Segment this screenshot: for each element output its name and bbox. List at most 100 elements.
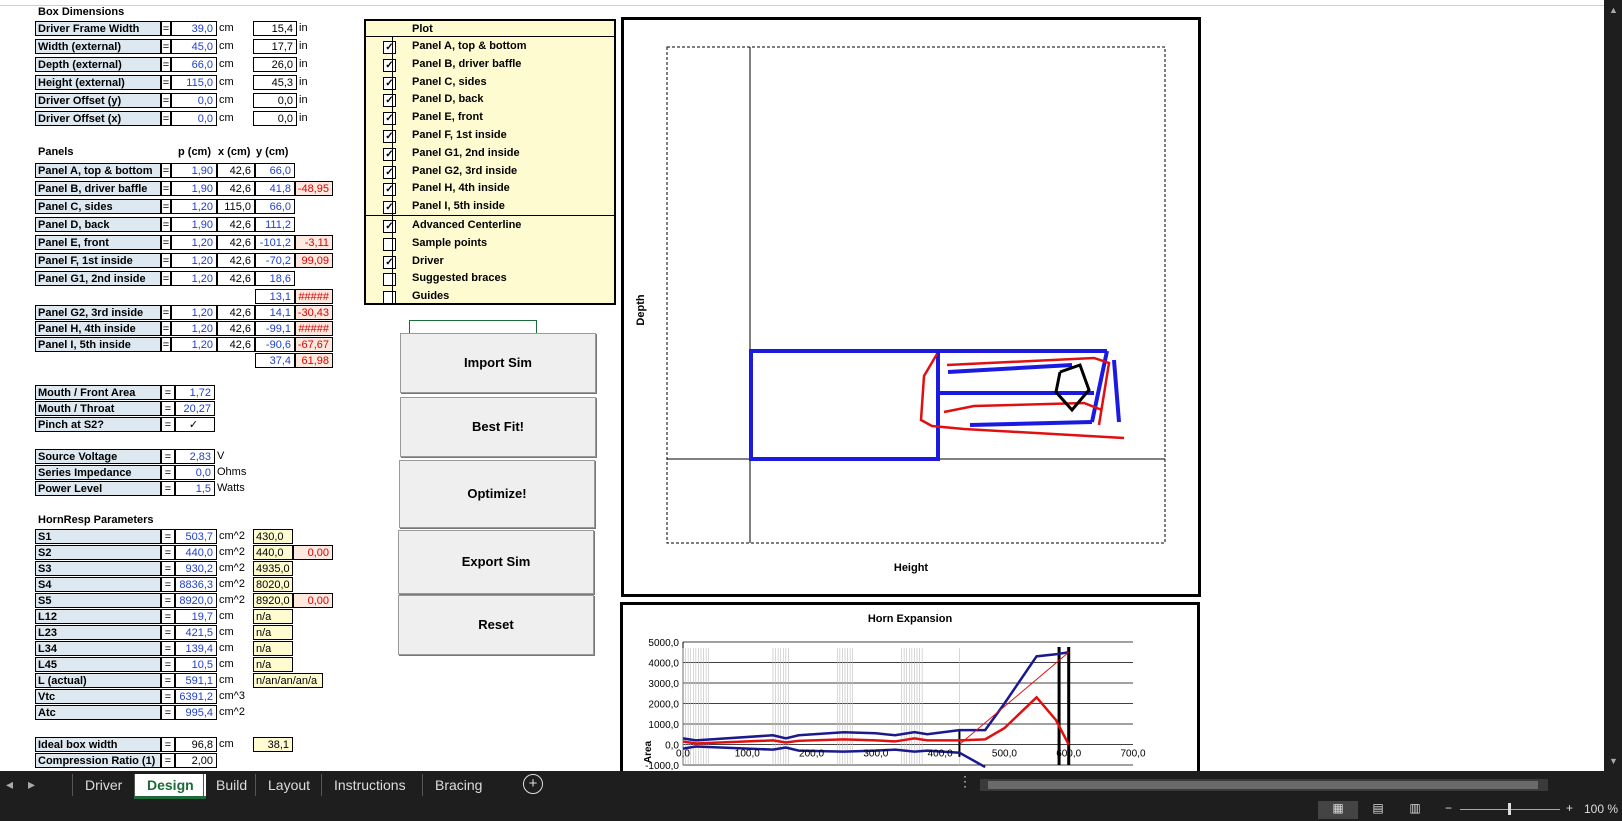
panel-p-value[interactable]: 1,20 (171, 305, 217, 320)
vertical-scrollbar[interactable]: ▲ ▼ (1604, 0, 1622, 771)
hornresp-label: Vtc (35, 689, 161, 704)
panel-p-value[interactable]: 1,90 (171, 217, 217, 232)
plot-option-item[interactable]: ✓ Panel F, 1st inside (366, 127, 614, 144)
export-sim-button[interactable]: Export Sim (398, 530, 594, 594)
panel-label: Panel H, 4th inside (35, 321, 161, 336)
source-value[interactable]: 0,0 (175, 465, 215, 480)
plot-option-label: Panel A, top & bottom (412, 40, 527, 52)
plot-option-item[interactable]: ✓ Panel I, 5th inside (366, 198, 614, 215)
checkbox-icon[interactable] (383, 273, 396, 287)
checkbox-icon[interactable]: ✓ (383, 165, 396, 179)
plot-option-item[interactable]: ✓ Panel B, driver baffle (366, 56, 614, 73)
horizontal-scroll-thumb[interactable] (988, 781, 1538, 789)
hornresp-label: Atc (35, 705, 161, 720)
plot-option-item[interactable]: ✓ Panel D, back (366, 91, 614, 108)
checkbox-icon[interactable]: ✓ (383, 255, 396, 269)
hornresp-label: S3 (35, 561, 161, 576)
checkbox-icon[interactable]: ✓ (383, 41, 396, 54)
plot-option-item[interactable]: Suggested braces (366, 270, 614, 287)
box-value-cm[interactable]: 0,0 (171, 111, 217, 126)
tab-layout[interactable]: Layout (255, 774, 322, 796)
panel-x-value: 42,6 (217, 235, 255, 250)
zoom-in-icon[interactable]: + (1566, 801, 1573, 815)
hornresp-value: 19,7 (175, 609, 217, 624)
plot-option-item[interactable]: Sample points (366, 235, 614, 252)
best-fit-button[interactable]: Best Fit! (400, 397, 596, 457)
zoom-slider-thumb[interactable] (1508, 803, 1511, 815)
checkbox-icon[interactable]: ✓ (383, 147, 396, 161)
checkbox-icon[interactable]: ✓ (383, 220, 396, 233)
box-value-cm[interactable]: 45,0 (171, 39, 217, 54)
checkbox-icon[interactable]: ✓ (383, 130, 396, 143)
panel-p-value[interactable]: 1,20 (171, 199, 217, 214)
scroll-down-arrow[interactable]: ▼ (1609, 756, 1618, 766)
horn-expansion-chart[interactable]: Horn Expansion Area 5000,0 4000,0 3000,0 20… (620, 602, 1200, 771)
panel-front-line (1112, 359, 1121, 423)
plot-option-item[interactable]: ✓ Panel C, sides (366, 74, 614, 91)
more-options-icon[interactable]: ⋮ (958, 773, 972, 790)
checkbox-icon[interactable] (383, 291, 396, 305)
box-value-cm[interactable]: 115,0 (171, 75, 217, 90)
add-sheet-icon[interactable]: + (523, 774, 543, 794)
reset-button[interactable]: Reset (398, 595, 594, 655)
box-value-cm[interactable]: 0,0 (171, 93, 217, 108)
plot-option-item[interactable]: Guides (366, 288, 614, 305)
unit-label: cm^2 (219, 562, 245, 574)
checkbox-icon[interactable]: ✓ (383, 201, 396, 215)
plot-option-item[interactable]: ✓ Panel E, front (366, 109, 614, 126)
panel-p-value[interactable]: 1,20 (171, 271, 217, 286)
plot-option-item[interactable]: ✓ Driver (366, 253, 614, 270)
page-layout-view-icon[interactable]: ▤ (1366, 801, 1390, 815)
unit-label: cm (219, 40, 234, 52)
tab-scroll-left-icon[interactable]: ◂ (6, 776, 13, 793)
ideal-label: Compression Ratio (1) (35, 753, 161, 768)
tab-scroll-right-icon[interactable]: ▸ (28, 776, 35, 793)
tab-bracing[interactable]: Bracing (422, 774, 494, 796)
plot-option-item[interactable]: ✓ Panel G2, 3rd inside (366, 163, 614, 180)
mouth-value[interactable]: ✓ (175, 417, 215, 432)
checkbox-icon[interactable]: ✓ (383, 183, 396, 197)
panel-p-value[interactable]: 1,20 (171, 337, 217, 352)
box-value-in: 17,7 (253, 39, 297, 54)
panel-x-value: 42,6 (217, 321, 255, 336)
box-value-cm[interactable]: 66,0 (171, 57, 217, 72)
checkbox-icon[interactable]: ✓ (383, 76, 396, 90)
normal-view-icon[interactable]: ▦ (1318, 801, 1358, 819)
checkbox-icon[interactable]: ✓ (383, 112, 396, 126)
panel-p-value[interactable]: 1,90 (171, 181, 217, 196)
panel-p-value[interactable]: 1,90 (171, 163, 217, 178)
checkbox-icon[interactable]: ✓ (383, 58, 396, 72)
checkbox-icon[interactable] (383, 237, 396, 251)
box-value-cm[interactable]: 39,0 (171, 21, 217, 36)
spreadsheet-grid[interactable]: Box Dimensions Driver Frame Width = 39,0 cm… (0, 0, 1604, 771)
plot-option-item[interactable]: ✓ Panel H, 4th inside (366, 180, 614, 197)
tab-design[interactable]: Design (134, 774, 206, 799)
zoom-out-icon[interactable]: − (1445, 801, 1452, 815)
equals-sign: = (161, 545, 175, 560)
checkbox-icon[interactable]: ✓ (383, 94, 396, 108)
equals-sign: = (161, 253, 171, 268)
panel-p-value[interactable]: 1,20 (171, 253, 217, 268)
plot-option-label: Panel B, driver baffle (412, 57, 522, 70)
tab-instructions[interactable]: Instructions (321, 774, 418, 796)
source-value[interactable]: 2,83 (175, 449, 215, 464)
layout-chart[interactable]: Height Depth (621, 17, 1201, 597)
plot-option-item[interactable]: ✓ Advanced Centerline (366, 217, 614, 234)
equals-sign: = (161, 337, 171, 352)
plot-option-item[interactable]: ✓ Panel A, top & bottom (366, 38, 614, 55)
tab-driver[interactable]: Driver (72, 774, 134, 796)
plot-options-title: Plot (366, 21, 614, 37)
hornresp-row: L12 = 19,7 cm n/a (0, 609, 360, 625)
horn-y-tick-label: -1000,0 (645, 761, 679, 771)
import-sim-button[interactable]: Import Sim (400, 333, 596, 393)
optimize-button[interactable]: Optimize! (399, 460, 595, 528)
source-label: Series Impedance (35, 465, 161, 480)
source-value[interactable]: 1,5 (175, 481, 215, 496)
page-break-view-icon[interactable]: ▥ (1403, 801, 1427, 815)
panel-p-value[interactable]: 1,20 (171, 235, 217, 250)
panel-p-value[interactable]: 1,20 (171, 321, 217, 336)
tab-build[interactable]: Build (203, 774, 259, 796)
plot-option-item[interactable]: ✓ Panel G1, 2nd inside (366, 145, 614, 162)
horizontal-scrollbar[interactable] (980, 779, 1548, 791)
scroll-up-arrow[interactable]: ▲ (1609, 5, 1618, 15)
